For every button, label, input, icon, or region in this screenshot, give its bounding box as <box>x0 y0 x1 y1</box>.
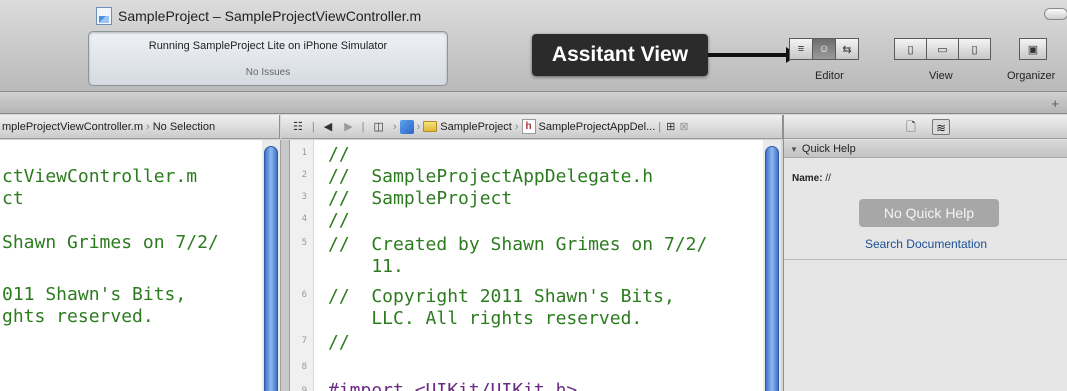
utility-area: 🗋 ≋ ▼ Quick Help Name: // No Quick Help S… <box>783 115 1067 391</box>
breadcrumb-separator-icon: › <box>416 120 421 133</box>
assistant-editor[interactable]: // // SampleProjectAppDelegate.h // Samp… <box>314 140 763 391</box>
add-tab-icon[interactable]: + <box>1051 96 1059 111</box>
line-number: 8 <box>301 362 307 372</box>
divider: | <box>361 120 365 133</box>
code-line: 011 Shawn's Bits, <box>2 284 187 305</box>
assistant-jump-bar: ☷ | ◀ ▶ | ◫ › › SampleProject › h Sample… <box>281 115 783 139</box>
organizer-button[interactable]: ▣ <box>1019 38 1047 60</box>
navigator-panel-icon: ▯ <box>907 43 914 56</box>
tab-bar: + <box>0 93 1067 114</box>
code-line: // <box>328 144 350 165</box>
jump-bar-file[interactable]: mpleProjectViewController.m <box>2 121 143 133</box>
code-line: // <box>328 332 350 353</box>
back-arrow-icon[interactable]: ◀ <box>324 120 332 133</box>
project-file-icon <box>96 7 112 25</box>
assistant-view-callout: Assitant View <box>532 34 708 76</box>
no-quick-help-badge: No Quick Help <box>859 199 999 227</box>
editor-label: Editor <box>815 70 844 82</box>
code-line: LLC. All rights reserved. <box>328 308 643 329</box>
assistant-editor-scrollbar[interactable] <box>763 140 781 391</box>
view-segmented-control: ▯ ▭ ▯ <box>894 38 991 60</box>
utilities-panel-icon: ▯ <box>971 43 978 56</box>
code-line: Shawn Grimes on 7/2/ <box>2 232 219 253</box>
search-documentation-link[interactable]: Search Documentation <box>784 237 1067 251</box>
folder-icon <box>423 121 438 132</box>
window-title: SampleProject – SampleProjectViewControl… <box>96 6 421 26</box>
disclosure-triangle-icon[interactable]: ▼ <box>790 145 798 154</box>
line-number: 2 <box>301 170 307 180</box>
project-icon[interactable] <box>399 119 414 134</box>
line-number: 9 <box>301 386 307 391</box>
navigator-toggle-button[interactable]: ▯ <box>894 38 927 60</box>
line-number: 3 <box>301 192 307 202</box>
line-number: 7 <box>301 336 307 346</box>
editor-segmented-control: ≡ ☺ ⇆ <box>789 38 859 60</box>
line-number: 5 <box>301 238 307 248</box>
divider: | <box>311 120 315 133</box>
view-label: View <box>929 70 953 82</box>
jump-bar-folder[interactable]: SampleProject <box>440 121 512 133</box>
primary-editor[interactable]: ctViewController.m ct Shawn Grimes on 7/… <box>0 140 262 391</box>
utilities-toggle-button[interactable]: ▯ <box>958 38 991 60</box>
activity-issues[interactable]: No Issues <box>89 67 447 78</box>
debug-area-toggle-button[interactable]: ▭ <box>926 38 959 60</box>
organizer-control: ▣ <box>1019 38 1047 60</box>
quick-help-icon[interactable]: ≋ <box>932 119 950 135</box>
left-jump-bar: mpleProjectViewController.m › No Selecti… <box>0 115 280 139</box>
code-line: // SampleProjectAppDelegate.h <box>328 166 654 187</box>
line-number-gutter: 1 2 3 4 5 6 7 8 9 <box>290 140 314 391</box>
related-items-icon[interactable]: ☷ <box>293 120 303 133</box>
activity-status: Running SampleProject Lite on iPhone Sim… <box>148 40 388 52</box>
code-line: // Copyright 2011 Shawn's Bits, <box>328 286 675 307</box>
code-line: ct <box>2 188 24 209</box>
code-line: // Created by Shawn Grimes on 7/2/ <box>328 234 708 255</box>
organizer-icon: ▣ <box>1027 43 1039 56</box>
jump-bar-file[interactable]: SampleProjectAppDel... <box>539 121 656 133</box>
line-number: 4 <box>301 214 307 224</box>
file-inspector-icon[interactable]: 🗋 <box>902 119 920 135</box>
activity-viewer: Running SampleProject Lite on iPhone Sim… <box>88 31 448 86</box>
name-value: // <box>825 173 831 184</box>
quick-help-title: Quick Help <box>801 143 856 155</box>
assistant-editor-icon: ☺ <box>818 43 830 55</box>
debug-panel-icon: ▭ <box>937 43 948 56</box>
counterparts-icon[interactable]: ◫ <box>374 120 384 133</box>
code-line: // SampleProject <box>328 188 513 209</box>
code-line: 11. <box>328 256 404 277</box>
quick-help-header[interactable]: ▼ Quick Help <box>784 140 1067 158</box>
name-label: Name: <box>792 173 823 184</box>
code-line: ghts reserved. <box>2 306 154 327</box>
code-line: // <box>328 210 350 231</box>
code-line: ctViewController.m <box>2 166 198 187</box>
version-editor-button[interactable]: ⇆ <box>835 38 859 60</box>
standard-editor-button[interactable]: ≡ <box>789 38 813 60</box>
divider <box>784 259 1067 260</box>
line-number: 1 <box>301 148 307 158</box>
window-title-text: SampleProject – SampleProjectViewControl… <box>118 8 422 24</box>
primary-editor-scrollbar[interactable] <box>262 140 280 391</box>
breadcrumb-separator-icon: › <box>146 120 150 133</box>
breadcrumb-separator-icon: › <box>514 120 519 133</box>
editor-split-divider[interactable] <box>280 140 290 391</box>
jump-bar-selection[interactable]: No Selection <box>153 121 215 133</box>
standard-editor-icon: ≡ <box>797 43 805 55</box>
toolbar-toggle-button[interactable] <box>1044 8 1067 20</box>
organizer-label: Organizer <box>1007 70 1056 82</box>
divider: | <box>658 120 662 133</box>
close-assistant-icon[interactable]: ⊠ <box>679 120 688 133</box>
line-number: 6 <box>301 290 307 300</box>
add-assistant-icon[interactable]: ⊞ <box>666 120 675 133</box>
window-toolbar: SampleProject – SampleProjectViewControl… <box>0 0 1067 92</box>
callout-arrow <box>708 47 798 63</box>
assistant-editor-button[interactable]: ☺ <box>812 38 836 60</box>
breadcrumb-separator-icon: › <box>392 120 397 133</box>
forward-arrow-icon[interactable]: ▶ <box>344 120 352 133</box>
quick-help-name: Name: // <box>792 173 831 184</box>
scroll-thumb[interactable] <box>264 146 278 391</box>
code-line: #import <UIKit/UIKit.h> <box>328 380 578 391</box>
version-editor-icon: ⇆ <box>842 43 852 56</box>
inspector-selector: 🗋 ≋ <box>784 115 1067 139</box>
header-file-icon: h <box>521 119 536 134</box>
scroll-thumb[interactable] <box>765 146 779 391</box>
